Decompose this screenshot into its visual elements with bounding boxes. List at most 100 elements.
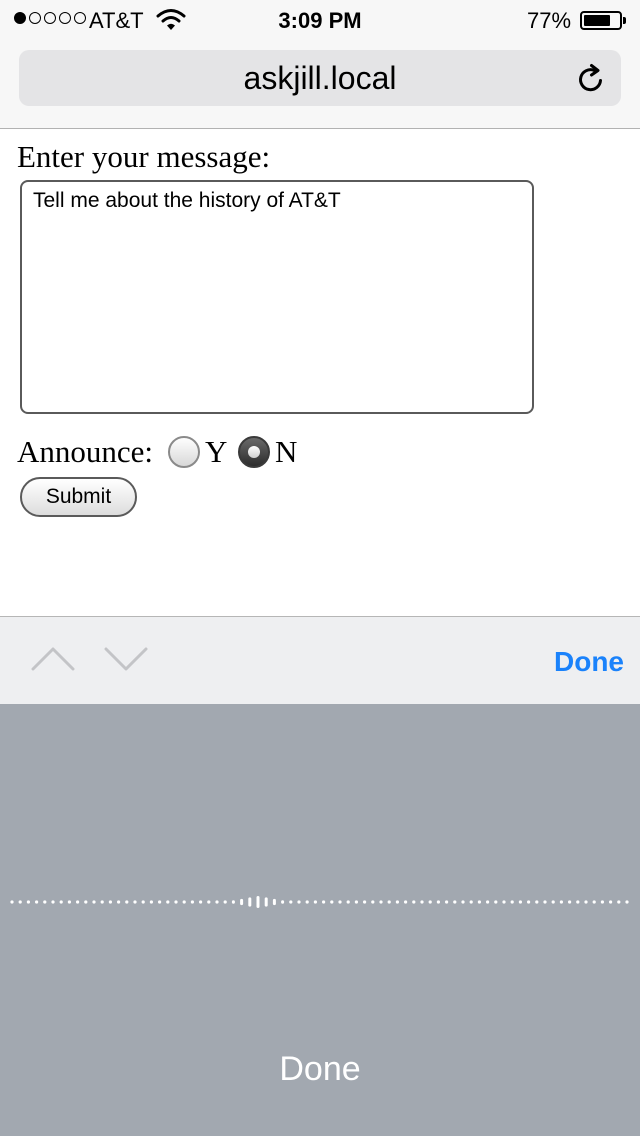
waveform-dot: [445, 900, 449, 904]
waveform-dot: [502, 900, 506, 904]
waveform-dot: [289, 900, 293, 904]
dictation-waveform-icon: [10, 896, 629, 908]
waveform-dot: [461, 900, 465, 904]
waveform-dot: [174, 900, 178, 904]
waveform-dot: [67, 900, 71, 904]
dictation-done-button[interactable]: Done: [0, 1050, 640, 1089]
battery-icon: [580, 11, 626, 30]
waveform-dot: [395, 900, 399, 904]
waveform-dot: [379, 900, 383, 904]
waveform-bar: [240, 898, 244, 906]
waveform-dot: [338, 900, 342, 904]
accessory-done-button[interactable]: Done: [554, 646, 624, 678]
waveform-dot: [387, 900, 391, 904]
waveform-dot: [43, 900, 47, 904]
waveform-dot: [617, 900, 621, 904]
waveform-dot: [371, 900, 375, 904]
waveform-dot: [133, 900, 137, 904]
waveform-dot: [436, 900, 440, 904]
waveform-dot: [76, 900, 80, 904]
waveform-dot: [100, 900, 104, 904]
waveform-dot: [223, 900, 227, 904]
waveform-dot: [215, 900, 219, 904]
chevron-down-icon[interactable]: [104, 643, 148, 673]
waveform-dot: [412, 900, 416, 904]
waveform-bar: [256, 896, 260, 908]
browser-toolbar: askjill.local: [0, 40, 640, 129]
waveform-bar: [248, 897, 252, 907]
waveform-dot: [609, 900, 613, 904]
waveform-dot: [182, 900, 186, 904]
waveform-dot: [330, 900, 334, 904]
battery-percentage: 77%: [527, 8, 572, 33]
waveform-dot: [51, 900, 55, 904]
waveform-dot: [600, 900, 605, 904]
waveform-dot: [125, 900, 129, 904]
waveform-bar: [231, 900, 235, 904]
waveform-dot: [158, 900, 162, 904]
waveform-dot: [494, 900, 498, 904]
waveform-dot: [92, 900, 96, 904]
address-bar[interactable]: askjill.local: [19, 50, 621, 106]
waveform-dot: [313, 900, 317, 904]
waveform-dot: [559, 900, 564, 904]
announce-radio-n[interactable]: [238, 436, 270, 468]
announce-option-n-label: N: [275, 434, 298, 469]
waveform-dot: [199, 900, 203, 904]
reload-icon[interactable]: [575, 63, 607, 95]
waveform-dot: [584, 900, 588, 904]
waveform-dot: [207, 900, 211, 904]
web-page: Enter your message: Tell me about the hi…: [0, 129, 640, 616]
waveform-dot: [297, 900, 301, 904]
announce-option-y-label: Y: [205, 434, 228, 469]
announce-radio-y[interactable]: [168, 436, 200, 468]
waveform-dot: [354, 900, 358, 904]
waveform-dot: [166, 900, 170, 904]
waveform-dot: [108, 900, 112, 904]
waveform-dot: [404, 900, 408, 904]
waveform-dot: [518, 900, 523, 904]
waveform-dot: [84, 900, 88, 904]
waveform-dot: [26, 900, 30, 904]
announce-label: Announce:: [17, 434, 154, 469]
status-bar: AT&T 3:09 PM 77%: [0, 0, 640, 40]
waveform-dot: [592, 900, 596, 904]
waveform-dot: [527, 900, 531, 904]
message-text[interactable]: Tell me about the history of AT&T: [33, 189, 341, 213]
waveform-dot: [35, 900, 39, 904]
waveform-dot: [59, 900, 63, 904]
waveform-dot: [141, 900, 145, 904]
waveform-dot: [568, 900, 572, 904]
submit-button[interactable]: Submit: [20, 477, 137, 517]
waveform-dot: [576, 900, 580, 904]
waveform-dot: [625, 900, 629, 904]
waveform-dot: [346, 900, 350, 904]
message-textarea[interactable]: Tell me about the history of AT&T: [20, 180, 534, 414]
battery-level: [584, 15, 610, 26]
waveform-dot: [551, 900, 555, 904]
waveform-bar: [272, 898, 276, 906]
waveform-dot: [190, 900, 194, 904]
waveform-bar: [264, 897, 268, 907]
waveform-dot: [535, 900, 539, 904]
form-accessory-bar: Done: [0, 616, 640, 705]
waveform-dot: [510, 900, 514, 904]
url-text[interactable]: askjill.local: [19, 60, 621, 97]
waveform-dot: [486, 900, 490, 904]
dictation-panel: Done: [0, 704, 640, 1136]
waveform-bar: [281, 900, 285, 904]
chevron-up-icon[interactable]: [31, 643, 75, 673]
waveform-dot: [322, 900, 326, 904]
waveform-dot: [363, 900, 367, 904]
waveform-dot: [117, 900, 121, 904]
waveform-dot: [469, 900, 473, 904]
waveform-dot: [453, 900, 457, 904]
waveform-dot: [149, 900, 153, 904]
waveform-dot: [428, 900, 432, 904]
message-label: Enter your message:: [17, 139, 271, 174]
waveform-dot: [420, 900, 424, 904]
waveform-dot: [305, 900, 309, 904]
waveform-dot: [543, 900, 547, 904]
waveform-dot: [477, 900, 481, 904]
waveform-dot: [18, 900, 22, 904]
